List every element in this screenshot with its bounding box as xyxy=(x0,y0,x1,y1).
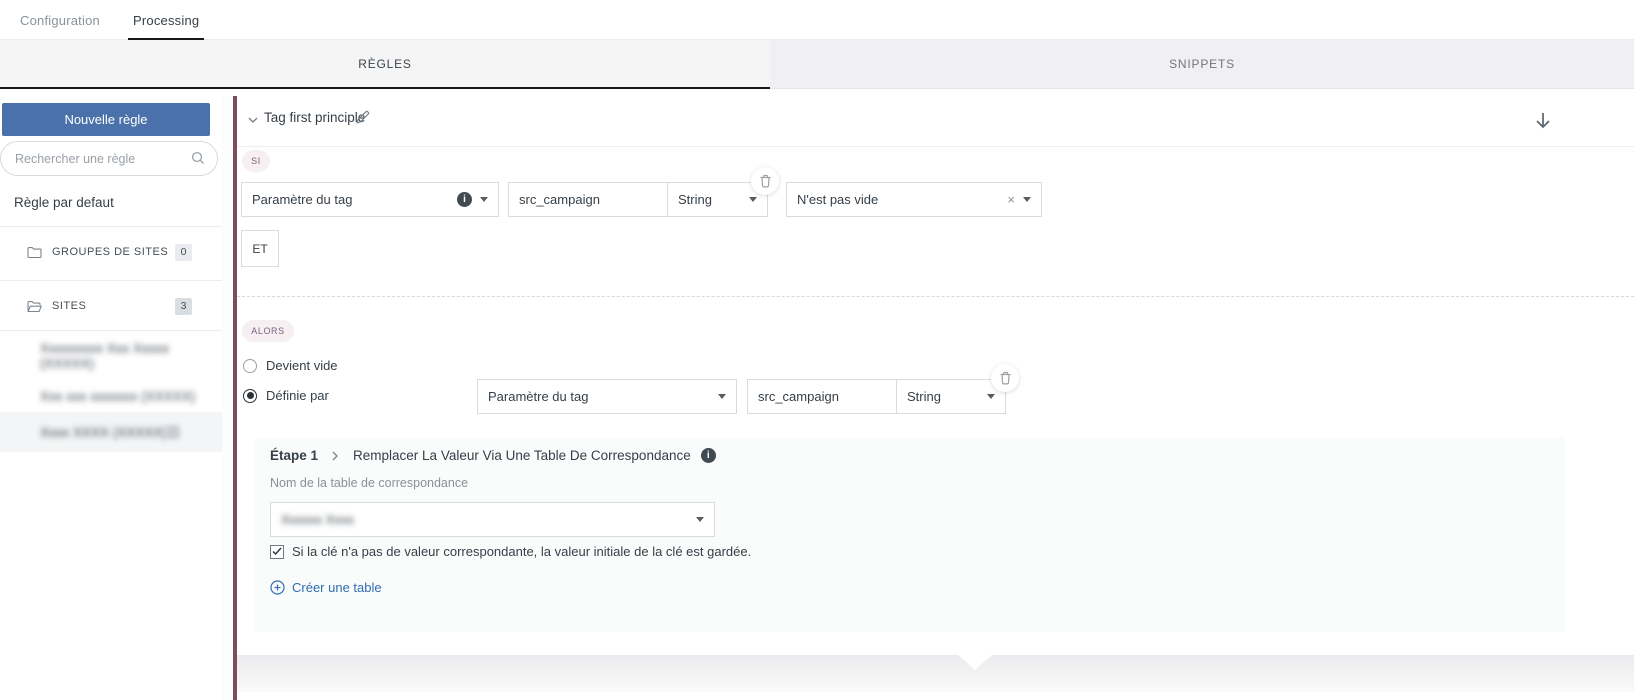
radio-selected-icon xyxy=(243,389,257,403)
condition-parameter-input[interactable]: src_campaign xyxy=(508,182,668,217)
step-header: Étape 1 Remplacer La Valeur Via Une Tabl… xyxy=(270,448,716,463)
radio-definie-par[interactable]: Définie par xyxy=(243,388,329,403)
chevron-down-icon xyxy=(696,517,704,522)
create-table-link[interactable]: Créer une table xyxy=(270,580,382,595)
delete-action-button[interactable] xyxy=(991,364,1019,392)
edit-pencil-icon[interactable] xyxy=(355,110,370,125)
rule-header: Tag first principle xyxy=(237,96,1634,146)
chevron-down-icon xyxy=(749,197,757,202)
checkbox-label: Si la clé n'a pas de valeur correspondan… xyxy=(292,544,751,559)
divider xyxy=(0,280,222,281)
sites-count-badge: 3 xyxy=(175,298,192,315)
site-name-redacted: Xxxx XXXX (XXXXX) xyxy=(40,425,167,440)
dropdown-value: String xyxy=(907,389,941,404)
trash-icon xyxy=(999,371,1012,385)
step-index: Étape 1 xyxy=(270,448,318,463)
sidebar-item-site-groups[interactable]: GROUPES DE SITES 0 xyxy=(0,236,222,268)
info-icon[interactable]: i xyxy=(701,448,716,463)
clear-icon[interactable]: × xyxy=(1007,192,1015,207)
tab-snippets[interactable]: SNIPPETS xyxy=(770,40,1634,89)
table-name-label: Nom de la table de correspondance xyxy=(270,476,468,490)
chevron-right-icon xyxy=(332,451,339,461)
create-table-label: Créer une table xyxy=(292,580,382,595)
divider xyxy=(0,226,222,227)
chevron-down-icon xyxy=(480,197,488,202)
chevron-down-icon xyxy=(718,394,726,399)
app-window: Configuration Processing RÈGLES SNIPPETS… xyxy=(0,0,1634,700)
if-badge: SI xyxy=(242,150,270,172)
radio-icon xyxy=(243,359,257,373)
divider xyxy=(0,330,222,331)
new-rule-button[interactable]: Nouvelle règle xyxy=(2,103,210,136)
fallback-checkbox[interactable]: Si la clé n'a pas de valeur correspondan… xyxy=(270,544,751,559)
sidebar-item-label: SITES xyxy=(52,300,86,312)
dropdown-value: N'est pas vide xyxy=(797,192,878,207)
rule-editor-panel: Tag first principle SI Paramètre du tag … xyxy=(237,96,1634,700)
sidebar-item-default-rule[interactable]: Règle par defaut xyxy=(0,188,222,216)
action-source-dropdown[interactable]: Paramètre du tag xyxy=(477,379,737,414)
sidebar-site-item[interactable]: Xxxxxxxxx Xxx Xxxxx (XXXXX) xyxy=(0,340,222,372)
and-condition-button[interactable]: ET xyxy=(241,230,279,267)
site-action-icon[interactable] xyxy=(166,425,180,439)
chevron-down-icon xyxy=(987,394,995,399)
then-badge: ALORS xyxy=(242,320,294,342)
site-name-redacted: Xxx xxx xxxxxxx (XXXXX) xyxy=(40,389,195,404)
dropdown-value: Paramètre du tag xyxy=(252,192,352,207)
dropdown-value: String xyxy=(678,192,712,207)
download-rule-button[interactable] xyxy=(1532,108,1558,134)
radio-devient-vide[interactable]: Devient vide xyxy=(243,358,338,373)
sidebar-item-label: GROUPES DE SITES xyxy=(52,246,168,258)
tab-regles[interactable]: RÈGLES xyxy=(0,40,770,89)
radio-label: Définie par xyxy=(266,388,329,403)
sidebar-site-item[interactable]: Xxx xxx xxxxxxx (XXXXX) xyxy=(0,380,222,412)
input-value: src_campaign xyxy=(519,192,600,207)
condition-source-dropdown[interactable]: Paramètre du tag i xyxy=(241,182,499,217)
plus-circle-icon xyxy=(270,580,285,595)
chevron-down-icon[interactable] xyxy=(248,117,258,124)
sidebar-item-sites[interactable]: SITES 3 xyxy=(0,290,222,322)
search-icon xyxy=(191,151,205,165)
chevron-down-icon xyxy=(1023,197,1031,202)
rules-sidebar: Nouvelle règle Règle par defaut GROUPES … xyxy=(0,96,222,700)
search-input[interactable] xyxy=(0,141,218,176)
condition-operator-dropdown[interactable]: N'est pas vide × xyxy=(786,182,1042,217)
panel-caret-icon xyxy=(958,655,992,670)
step-name: Remplacer La Valeur Via Une Table De Cor… xyxy=(353,448,691,463)
input-value: src_campaign xyxy=(758,389,839,404)
radio-label: Devient vide xyxy=(266,358,338,373)
divider xyxy=(237,146,1634,147)
dropdown-value-redacted: Xxxxxx Xxxx xyxy=(281,512,354,527)
rule-search xyxy=(0,141,218,176)
dropdown-value: Paramètre du tag xyxy=(488,389,588,404)
trash-icon xyxy=(759,174,772,188)
step-panel: Étape 1 Remplacer La Valeur Via Une Tabl… xyxy=(255,437,1565,632)
folder-icon xyxy=(27,246,42,259)
delete-condition-button[interactable] xyxy=(751,167,779,195)
tab-configuration[interactable]: Configuration xyxy=(20,0,100,40)
sidebar-scrollbar[interactable] xyxy=(222,96,233,700)
rule-footer-band xyxy=(237,655,1634,692)
folder-open-icon xyxy=(27,300,42,313)
action-parameter-input[interactable]: src_campaign xyxy=(747,379,897,414)
section-tab-bar: RÈGLES SNIPPETS xyxy=(0,40,1634,89)
site-name-redacted: Xxxxxxxxx Xxx Xxxxx (XXXXX) xyxy=(40,341,222,371)
top-navigation-bar: Configuration Processing xyxy=(0,0,1634,40)
tab-processing[interactable]: Processing xyxy=(133,0,199,40)
action-type-dropdown[interactable]: String xyxy=(896,379,1006,414)
site-groups-count-badge: 0 xyxy=(175,244,192,261)
rule-title: Tag first principle xyxy=(264,110,365,125)
info-icon[interactable]: i xyxy=(457,192,472,207)
checkbox-checked-icon xyxy=(270,545,284,559)
sidebar-site-item-selected[interactable]: Xxxx XXXX (XXXXX) xyxy=(0,412,222,452)
table-name-dropdown[interactable]: Xxxxxx Xxxx xyxy=(270,502,715,537)
divider-dashed xyxy=(237,296,1634,297)
